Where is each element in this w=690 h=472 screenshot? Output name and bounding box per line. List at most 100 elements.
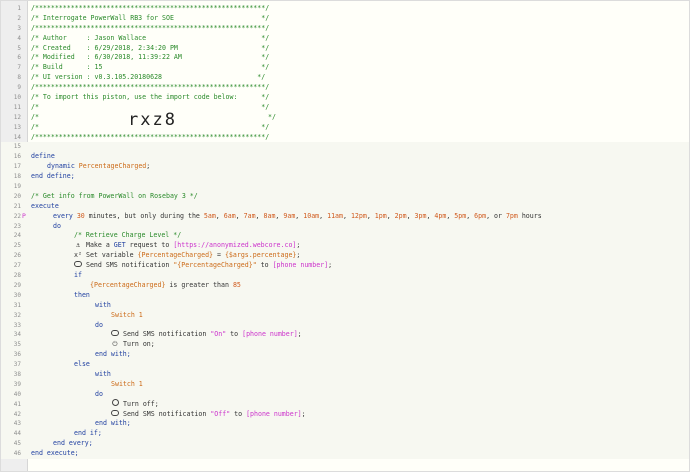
- code-line[interactable]: 5 /* Created : 6/29/2018, 2:34:20 PM */: [1, 44, 689, 54]
- hour-value[interactable]: 12pm: [351, 212, 367, 220]
- code-line[interactable]: 15: [1, 142, 689, 153]
- code-line[interactable]: 3 /**************************************…: [1, 24, 689, 34]
- line-number: 40: [13, 390, 21, 398]
- hour-value[interactable]: 9am: [283, 212, 295, 220]
- hour-value[interactable]: 10am: [303, 212, 319, 220]
- code-line[interactable]: 43 end with;: [1, 419, 689, 430]
- code-line[interactable]: 23 do: [1, 221, 689, 232]
- code-line[interactable]: 6 /* Modified : 6/30/2018, 11:39:22 AM */: [1, 53, 689, 63]
- phone-number[interactable]: [phone number]: [246, 410, 302, 418]
- hour-value[interactable]: 8am: [264, 212, 276, 220]
- sms-message[interactable]: "On": [210, 330, 226, 338]
- code-line[interactable]: 21 execute: [1, 201, 689, 212]
- piston-code-editor[interactable]: 1 /**************************************…: [0, 0, 690, 472]
- request-url[interactable]: [https://anonymized.webcore.co]: [173, 241, 296, 249]
- code-text: /***************************************…: [31, 132, 270, 141]
- code-line[interactable]: 8 /* UI version : v0.3.105.20180628 */: [1, 73, 689, 83]
- code-line[interactable]: 30 then: [1, 290, 689, 301]
- code-line[interactable]: 22 Pevery 30 minutes, but only during the…: [1, 211, 689, 222]
- with-keyword[interactable]: with: [95, 370, 111, 380]
- code-line[interactable]: 26 x² Set variable {PercentageCharged} = …: [1, 251, 689, 262]
- every-keyword[interactable]: every: [53, 212, 77, 220]
- code-line[interactable]: 41 Turn off;: [1, 399, 689, 410]
- code-line[interactable]: 9 /**************************************…: [1, 83, 689, 93]
- hours-separator: ,: [235, 211, 244, 220]
- code-line[interactable]: 20 /* Get info from PowerWall on Rosebay …: [1, 191, 689, 202]
- code-line[interactable]: 32 Switch 1: [1, 310, 689, 321]
- hour-value[interactable]: 2pm: [395, 212, 407, 220]
- code-line[interactable]: 39 Switch 1: [1, 379, 689, 390]
- code-line[interactable]: 40 do: [1, 389, 689, 400]
- variable-name[interactable]: PercentageCharged: [79, 162, 147, 170]
- code-line[interactable]: 16 define: [1, 152, 689, 163]
- http-method[interactable]: GET: [114, 241, 126, 249]
- line-number: 14: [13, 133, 21, 141]
- hour-value[interactable]: 11am: [327, 212, 343, 220]
- code-line[interactable]: 37 else: [1, 360, 689, 370]
- code-line[interactable]: 4 /* Author : Jason Wallace */: [1, 34, 689, 44]
- hours-list[interactable]: 5am, 6am, 7am, 8am, 9am, 10am, 11am, 12p…: [204, 212, 486, 220]
- sms-message[interactable]: "Off": [210, 410, 230, 418]
- line-number: 44: [13, 430, 21, 438]
- phone-number[interactable]: [phone number]: [273, 261, 329, 269]
- line-number: 38: [13, 370, 21, 378]
- hour-value[interactable]: 6am: [224, 212, 236, 220]
- code-line[interactable]: 19: [1, 182, 689, 192]
- task-text[interactable]: Turn off;: [119, 400, 159, 408]
- code-line[interactable]: 24 /* Retrieve Charge Level */: [1, 231, 689, 242]
- code-line[interactable]: 27 Send SMS notification "{PercentageCha…: [1, 261, 689, 272]
- code-line[interactable]: 42 Send SMS notification "Off" to [phone…: [1, 409, 689, 420]
- code-line[interactable]: 46 end execute;: [1, 449, 689, 459]
- code-line[interactable]: 13 /* */: [1, 123, 689, 133]
- phone-number[interactable]: [phone number]: [242, 330, 298, 338]
- with-keyword[interactable]: with: [95, 301, 111, 311]
- code-line[interactable]: 25 ⚓ Make a GET request to [https://anony…: [1, 241, 689, 252]
- code-line[interactable]: 2 /* Interrogate PowerWall RB3 for SOE */: [1, 14, 689, 24]
- end-if-keyword: end if;: [74, 429, 102, 438]
- code-line[interactable]: 36 end with;: [1, 350, 689, 361]
- code-text: /* Created : 6/29/2018, 2:34:20 PM */: [31, 43, 270, 52]
- hour-value[interactable]: 1pm: [375, 212, 387, 220]
- hour-value[interactable]: 4pm: [434, 212, 446, 220]
- device-name[interactable]: Switch 1: [111, 380, 143, 390]
- end-define-keyword: end define;: [31, 172, 75, 181]
- code-line[interactable]: 17 dynamic PercentageCharged;: [1, 162, 689, 173]
- if-keyword[interactable]: if: [74, 271, 82, 281]
- code-line[interactable]: 11/* */: [1, 103, 689, 113]
- code-line[interactable]: 35 ⏻ Turn on;: [1, 340, 689, 351]
- code-line[interactable]: 44 end if;: [1, 429, 689, 440]
- code-line[interactable]: 45 end every;: [1, 439, 689, 450]
- hours-separator: ,: [386, 211, 395, 220]
- hour-value[interactable]: 7pm: [506, 212, 518, 220]
- code-line[interactable]: 38 with: [1, 369, 689, 380]
- code-line[interactable]: 29 {PercentageCharged} is greater than 85: [1, 280, 689, 291]
- hour-value[interactable]: 6pm: [474, 212, 486, 220]
- code-line[interactable]: 14 /*************************************…: [1, 133, 689, 143]
- hour-value[interactable]: 7am: [244, 212, 256, 220]
- hour-value[interactable]: 5pm: [454, 212, 466, 220]
- code-line[interactable]: 1 /**************************************…: [1, 4, 689, 14]
- code-line[interactable]: 18 end define;: [1, 172, 689, 183]
- condition-variable[interactable]: {PercentageCharged}: [90, 281, 165, 289]
- task-text: to: [230, 409, 247, 418]
- expression-value[interactable]: {$args.percentage}: [225, 251, 296, 259]
- hour-value[interactable]: 3pm: [415, 212, 427, 220]
- condition-operator[interactable]: is greater than: [165, 281, 233, 289]
- code-line[interactable]: 33 do: [1, 320, 689, 331]
- hour-value[interactable]: 5am: [204, 212, 216, 220]
- task-text[interactable]: Turn on;: [119, 340, 155, 348]
- device-name[interactable]: Switch 1: [111, 311, 143, 321]
- code-line[interactable]: 31 with: [1, 300, 689, 311]
- code-line[interactable]: 12/* rxz8 */: [1, 111, 689, 128]
- power-icon: ⏻: [112, 340, 118, 349]
- code-line[interactable]: 28 if: [1, 271, 689, 281]
- code-line[interactable]: 34 Send SMS notification "On" to [phone …: [1, 330, 689, 341]
- code-line[interactable]: 10 /* To import this piston, use the impo…: [1, 93, 689, 103]
- condition-value[interactable]: 85: [233, 281, 241, 289]
- variable-ref[interactable]: {PercentageCharged}: [138, 251, 213, 259]
- code-text: /* */: [31, 122, 270, 131]
- task-text: Make a: [82, 241, 114, 250]
- code-line[interactable]: 7 /* Build : 15 */: [1, 63, 689, 73]
- sms-message[interactable]: "{PercentageCharged}": [173, 261, 256, 269]
- every-interval[interactable]: 30: [77, 212, 85, 220]
